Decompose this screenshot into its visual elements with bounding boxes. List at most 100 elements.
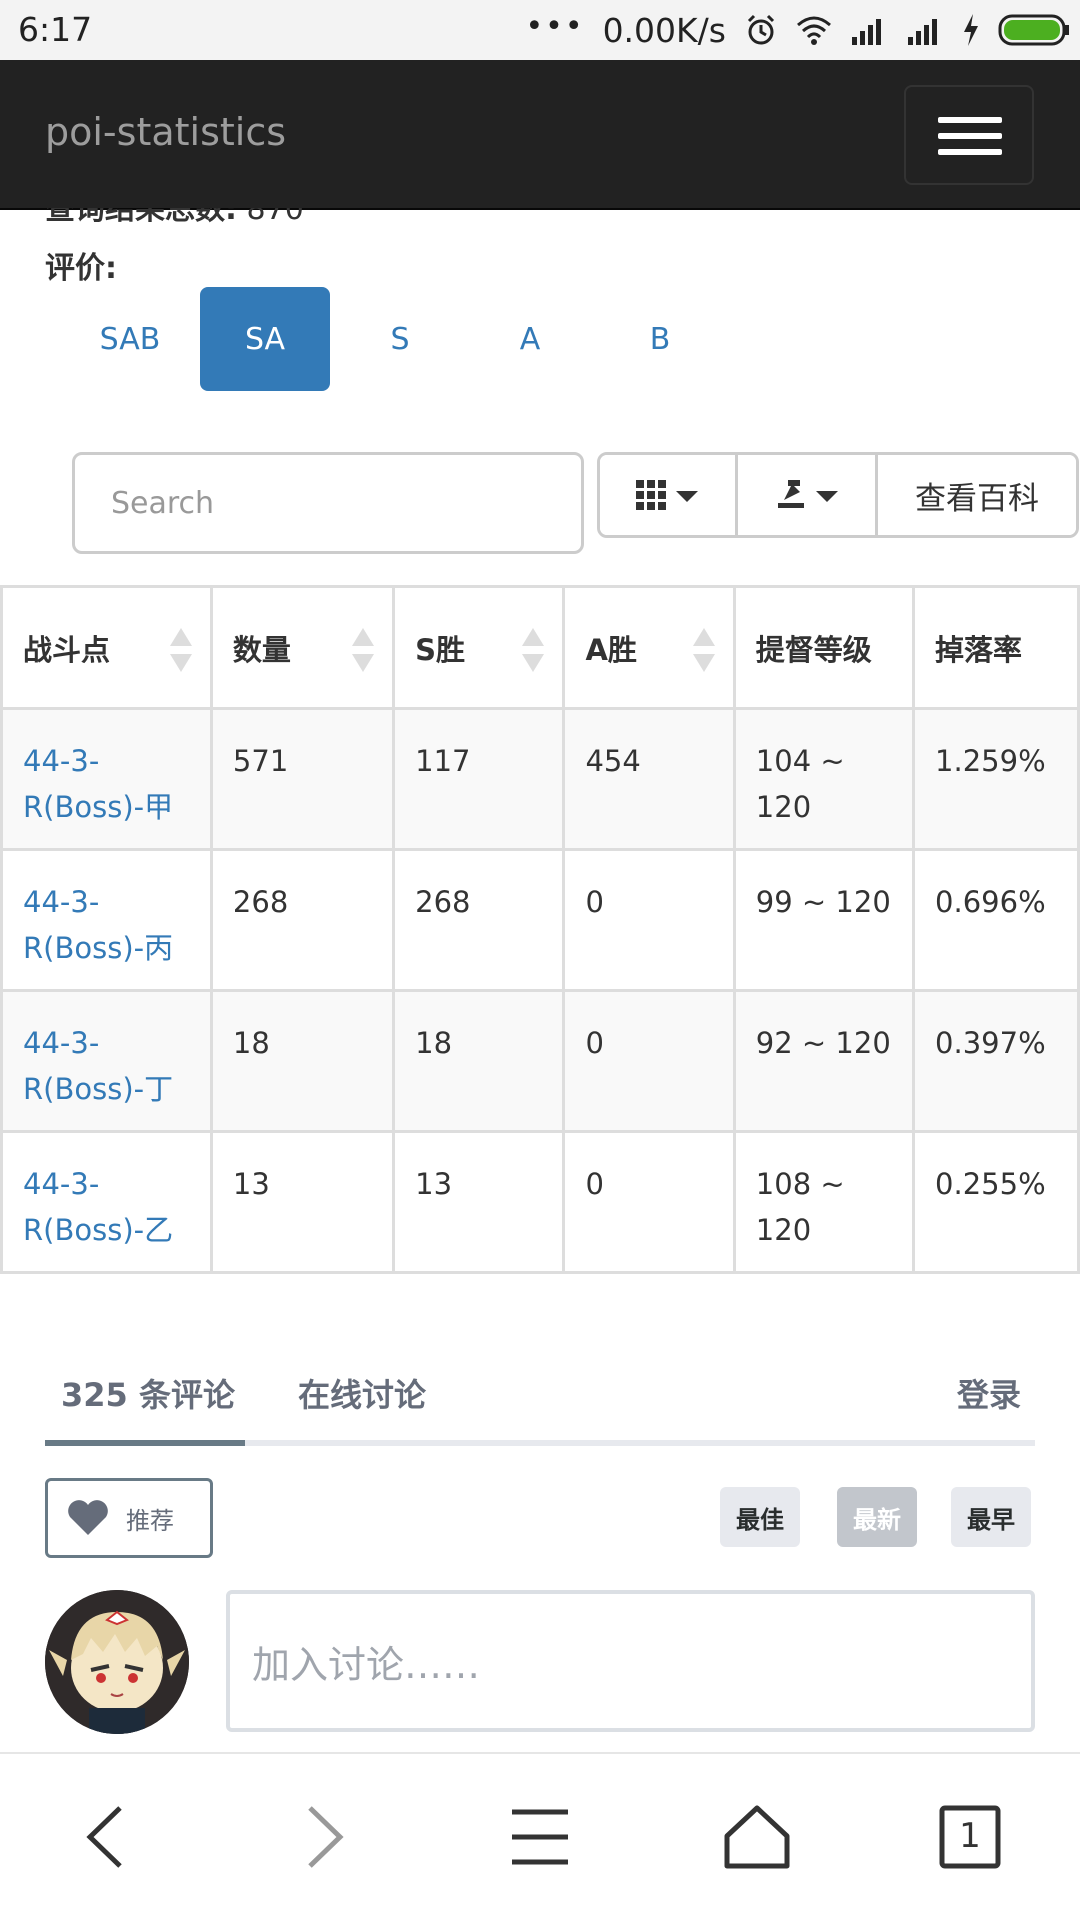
node-link[interactable]: 44-3-R(Boss)-甲 — [23, 738, 183, 830]
search-input[interactable]: Search — [72, 452, 584, 554]
active-tab-indicator — [45, 1440, 245, 1446]
menu-toggle-button[interactable] — [904, 85, 1034, 185]
header-label: 战斗点 — [23, 632, 111, 667]
table-row: 44-3-R(Boss)-甲 571 117 454 104 ~ 120 1.2… — [0, 707, 1080, 851]
cell-drop-rate: 0.397% — [912, 989, 1080, 1133]
table-toolbar: 查看百科 — [597, 452, 1079, 538]
cell-node: 44-3-R(Boss)-丁 — [0, 989, 213, 1133]
cell-hq-level: 104 ~ 120 — [732, 707, 916, 851]
cell-a-win: 0 — [562, 1130, 736, 1274]
status-bar: 6:17 ••• 0.00K/s — [0, 0, 1080, 60]
cell-count: 18 — [209, 989, 396, 1133]
header-label: 掉落率 — [935, 632, 1023, 667]
table-header-row: 战斗点 数量 S胜 A胜 提督等级 掉落率 — [0, 585, 1080, 710]
cell-drop-rate: 0.255% — [912, 1130, 1080, 1274]
net-speed: 0.00K/s — [602, 10, 726, 50]
login-link[interactable]: 登录 — [957, 1370, 1021, 1416]
sort-icon — [352, 628, 375, 672]
cell-a-win: 0 — [562, 848, 736, 992]
rating-label: 评价: — [45, 251, 117, 286]
table-row: 44-3-R(Boss)-乙 13 13 0 108 ~ 120 0.255% — [0, 1130, 1080, 1274]
browser-bottom-bar: 1 — [0, 1752, 1080, 1920]
node-link[interactable]: 44-3-R(Boss)-丁 — [23, 1020, 183, 1112]
recommend-button[interactable]: 推荐 — [45, 1478, 213, 1558]
col-header-count[interactable]: 数量 — [209, 585, 396, 710]
menu-icon — [512, 1809, 568, 1865]
cell-s-win: 117 — [392, 707, 566, 851]
col-header-drop-rate: 掉落率 — [912, 585, 1080, 710]
header-label: 数量 — [232, 632, 291, 667]
pill-b[interactable]: B — [600, 287, 720, 391]
export-button[interactable] — [738, 455, 878, 535]
hamburger-icon-bar — [938, 133, 1002, 139]
menu-button[interactable] — [510, 1802, 570, 1876]
sort-icon — [692, 628, 715, 672]
result-count: 查询结果总数: 870 — [45, 208, 304, 232]
pill-a[interactable]: A — [470, 287, 590, 391]
sort-newest-button[interactable]: 最新 — [837, 1487, 917, 1547]
more-dots-icon: ••• — [525, 8, 585, 44]
charging-icon — [962, 14, 980, 46]
avatar — [45, 1590, 189, 1734]
header-label: S胜 — [415, 632, 466, 667]
home-button[interactable] — [722, 1802, 792, 1876]
col-header-node[interactable]: 战斗点 — [0, 585, 213, 710]
rating-pills: SAB SA S A B — [70, 287, 730, 391]
col-header-hq-level: 提督等级 — [732, 585, 916, 710]
comment-input[interactable]: 加入讨论…… — [226, 1590, 1035, 1732]
caret-down-icon — [675, 491, 698, 502]
alarm-icon — [744, 13, 778, 47]
wifi-icon — [796, 15, 832, 45]
cell-hq-level: 108 ~ 120 — [732, 1130, 916, 1274]
result-count-value: 870 — [246, 208, 304, 227]
export-icon — [777, 480, 838, 508]
cell-hq-level: 99 ~ 120 — [732, 848, 916, 992]
pill-sab[interactable]: SAB — [70, 287, 190, 391]
node-link[interactable]: 44-3-R(Boss)-丙 — [23, 879, 183, 971]
drop-stats-table: 战斗点 数量 S胜 A胜 提督等级 掉落率 44-3-R(Boss)-甲 571… — [0, 585, 1080, 1274]
columns-button[interactable] — [600, 455, 738, 535]
comments-tabs: 325 条评论 在线讨论 登录 — [45, 1370, 1035, 1446]
status-time: 6:17 — [18, 10, 93, 49]
cell-a-win: 0 — [562, 989, 736, 1133]
cell-s-win: 13 — [392, 1130, 566, 1274]
recommend-label: 推荐 — [126, 1506, 174, 1535]
signal-icon-2 — [906, 15, 944, 45]
pill-s[interactable]: S — [340, 287, 460, 391]
cell-s-win: 268 — [392, 848, 566, 992]
top-navbar: poi-statistics — [0, 60, 1080, 210]
cell-count: 13 — [209, 1130, 396, 1274]
tabs-button[interactable]: 1 — [938, 1802, 1002, 1876]
cell-a-win: 454 — [562, 707, 736, 851]
cell-node: 44-3-R(Boss)-乙 — [0, 1130, 213, 1274]
cell-drop-rate: 1.259% — [912, 707, 1080, 851]
hamburger-icon-bar — [938, 149, 1002, 155]
col-header-s-win[interactable]: S胜 — [392, 585, 566, 710]
header-label: A胜 — [585, 632, 637, 667]
col-header-a-win[interactable]: A胜 — [562, 585, 736, 710]
cell-node: 44-3-R(Boss)-丙 — [0, 848, 213, 992]
forward-button[interactable] — [300, 1802, 350, 1876]
pill-sa[interactable]: SA — [200, 287, 330, 391]
tab-count: 1 — [959, 1816, 981, 1856]
cell-s-win: 18 — [392, 989, 566, 1133]
home-icon — [724, 1805, 790, 1869]
tab-online-discussion[interactable]: 在线讨论 — [298, 1370, 426, 1416]
view-wiki-button[interactable]: 查看百科 — [878, 455, 1076, 535]
sort-oldest-button[interactable]: 最早 — [951, 1487, 1031, 1547]
chevron-right-icon — [308, 1806, 344, 1868]
brand-link[interactable]: poi-statistics — [45, 110, 286, 154]
sort-icon — [169, 628, 192, 672]
tab-comments-count[interactable]: 325 条评论 — [61, 1370, 235, 1416]
node-link[interactable]: 44-3-R(Boss)-乙 — [23, 1161, 183, 1253]
cell-node: 44-3-R(Boss)-甲 — [0, 707, 213, 851]
header-label: 提督等级 — [755, 632, 872, 667]
sort-best-button[interactable]: 最佳 — [720, 1487, 800, 1547]
back-button[interactable] — [80, 1802, 130, 1876]
battery-icon — [998, 14, 1070, 46]
result-count-label: 查询结果总数: — [45, 208, 237, 227]
chevron-left-icon — [86, 1806, 122, 1868]
hamburger-icon — [938, 117, 1002, 123]
cell-count: 571 — [209, 707, 396, 851]
sort-icon — [522, 628, 545, 672]
